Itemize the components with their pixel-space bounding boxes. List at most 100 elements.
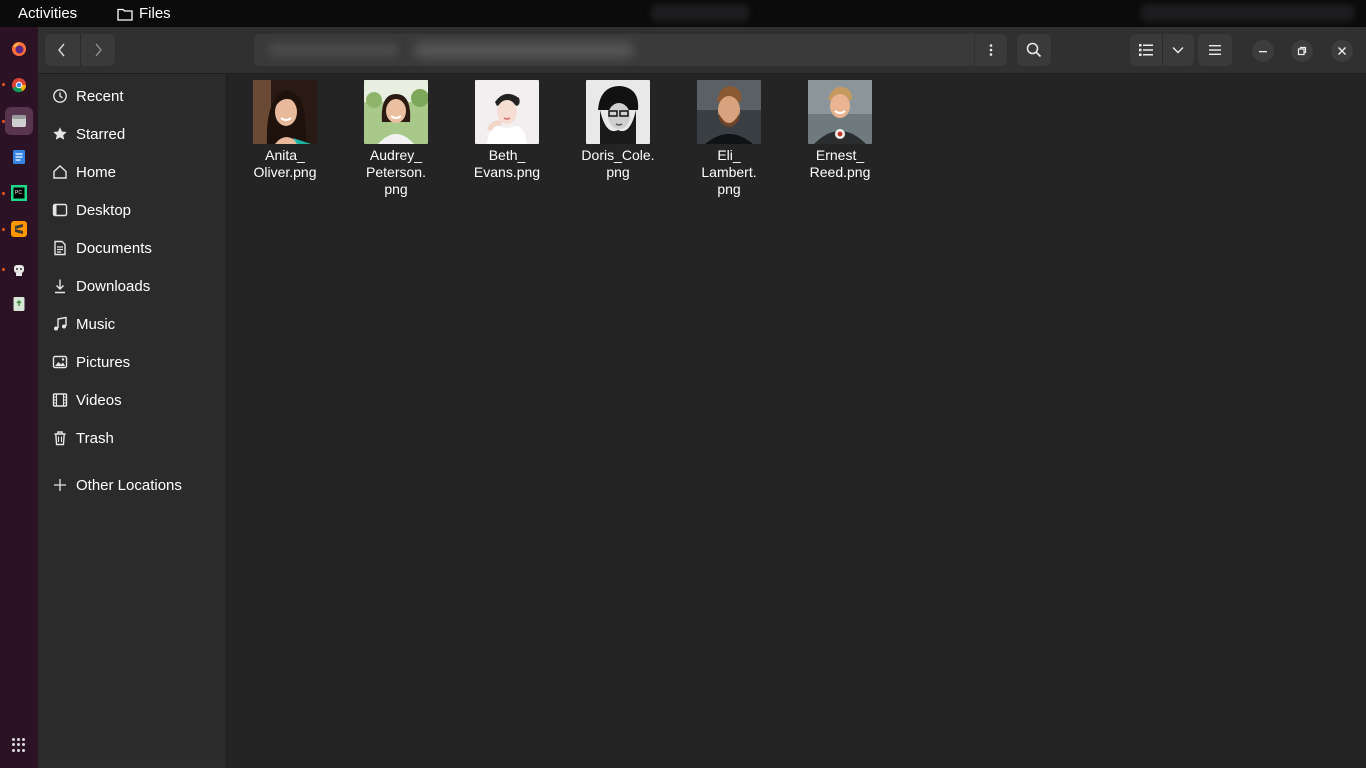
firefox-launcher[interactable]: [5, 35, 33, 63]
sidebar-item-label: Recent: [76, 88, 124, 105]
recycle-bin-icon: [13, 297, 25, 311]
files-launcher[interactable]: [5, 107, 33, 135]
forward-button[interactable]: [79, 34, 116, 66]
show-apps-icon[interactable]: [12, 738, 26, 752]
folder-icon: [117, 8, 133, 21]
chrome-icon: [12, 78, 27, 93]
text-editor-launcher[interactable]: [5, 143, 33, 171]
star-icon: [52, 126, 68, 142]
chevron-right-icon: [95, 43, 102, 57]
image-thumbnail: [364, 80, 428, 144]
file-item[interactable]: Doris_Cole. png: [569, 80, 667, 181]
sidebar-item-music[interactable]: Music: [38, 307, 226, 341]
text-editor-icon: [13, 150, 25, 164]
sidebar-item-label: Trash: [76, 430, 114, 447]
files-window: Recent Starred Home Desktop Documents Do…: [38, 27, 1366, 768]
firefox-icon: [12, 42, 26, 56]
download-icon: [52, 278, 68, 294]
file-item[interactable]: Audrey_ Peterson. png: [347, 80, 445, 198]
list-view-icon: [1138, 44, 1153, 56]
system-tray-blurred[interactable]: [1140, 4, 1355, 22]
file-view[interactable]: Anita_ Oliver.png Audrey_ Peterson. png …: [227, 74, 1366, 768]
file-name: Ernest_ Reed.png: [809, 147, 871, 180]
image-thumbnail: [586, 80, 650, 144]
video-icon: [52, 392, 68, 408]
document-icon: [52, 240, 68, 256]
activities-button[interactable]: Activities: [18, 5, 77, 22]
music-icon: [52, 316, 68, 332]
maximize-button[interactable]: [1291, 40, 1313, 62]
header-bar: [38, 27, 1366, 74]
file-name: Audrey_ Peterson. png: [366, 147, 426, 197]
file-name: Anita_ Oliver.png: [253, 147, 317, 180]
picture-icon: [52, 354, 68, 370]
chevron-left-icon: [58, 43, 65, 57]
sidebar-item-label: Desktop: [76, 202, 132, 219]
list-view-button[interactable]: [1130, 34, 1162, 66]
sidebar-item-label: Videos: [76, 392, 122, 409]
file-item[interactable]: Ernest_ Reed.png: [791, 80, 889, 181]
search-button[interactable]: [1017, 34, 1051, 66]
minimize-icon: [1259, 51, 1267, 53]
sidebar-item-starred[interactable]: Starred: [38, 117, 226, 151]
pycharm-launcher[interactable]: PC: [5, 179, 33, 207]
sublime-text-launcher[interactable]: [5, 215, 33, 243]
file-item[interactable]: Eli_ Lambert. png: [680, 80, 778, 198]
sidebar-item-label: Downloads: [76, 278, 151, 295]
sidebar-item-downloads[interactable]: Downloads: [38, 269, 226, 303]
close-button[interactable]: [1331, 40, 1353, 62]
sidebar-item-desktop[interactable]: Desktop: [38, 193, 226, 227]
sidebar-item-recent[interactable]: Recent: [38, 79, 226, 113]
file-name: Eli_ Lambert. png: [701, 147, 757, 197]
sidebar-item-pictures[interactable]: Pictures: [38, 345, 226, 379]
robot-icon: [14, 265, 24, 276]
sublime-text-icon: [11, 221, 27, 237]
app-menu[interactable]: Files: [117, 5, 171, 22]
main-menu-button[interactable]: [1198, 34, 1232, 66]
desktop-icon: [52, 202, 68, 218]
sidebar-item-documents[interactable]: Documents: [38, 231, 226, 265]
navigation-buttons: [45, 34, 115, 66]
image-thumbnail: [475, 80, 539, 144]
app-launcher[interactable]: [5, 255, 33, 283]
sidebar-item-home[interactable]: Home: [38, 155, 226, 189]
clock-blurred[interactable]: [650, 4, 750, 22]
file-manager-icon: [12, 115, 26, 127]
path-menu-button[interactable]: [975, 34, 1007, 66]
pycharm-icon: PC: [11, 185, 27, 201]
trash-launcher[interactable]: [5, 290, 33, 318]
sidebar-item-label: Pictures: [76, 354, 131, 371]
sidebar-item-label: Documents: [76, 240, 152, 257]
sidebar-item-trash[interactable]: Trash: [38, 421, 226, 455]
image-thumbnail: [697, 80, 761, 144]
dock: PC: [0, 27, 38, 768]
view-options-button[interactable]: [1161, 34, 1195, 66]
sidebar-item-label: Other Locations: [76, 477, 182, 494]
minimize-button[interactable]: [1252, 40, 1274, 62]
path-bar[interactable]: [254, 34, 974, 66]
file-name: Doris_Cole. png: [581, 147, 655, 180]
chevron-down-icon: [1172, 47, 1184, 54]
image-thumbnail: [808, 80, 872, 144]
top-panel: Activities Files: [0, 0, 1366, 27]
sidebar-item-label: Home: [76, 164, 117, 181]
view-toggle-group: [1130, 34, 1194, 66]
clock-icon: [52, 88, 68, 104]
vertical-dots-icon: [989, 44, 993, 56]
file-item[interactable]: Beth_ Evans.png: [458, 80, 556, 181]
search-icon: [1026, 42, 1042, 58]
sidebar-item-videos[interactable]: Videos: [38, 383, 226, 417]
sidebar-item-label: Starred: [76, 126, 126, 143]
image-thumbnail: [253, 80, 317, 144]
hamburger-menu-icon: [1209, 45, 1221, 55]
close-icon: [1338, 47, 1346, 55]
home-icon: [52, 164, 68, 180]
file-item[interactable]: Anita_ Oliver.png: [236, 80, 334, 181]
back-button[interactable]: [45, 34, 80, 66]
sidebar-item-other-locations[interactable]: Other Locations: [38, 468, 226, 502]
places-sidebar: Recent Starred Home Desktop Documents Do…: [38, 74, 227, 768]
svg-text:PC: PC: [15, 190, 22, 196]
restore-icon: [1297, 46, 1307, 56]
chrome-launcher[interactable]: [5, 71, 33, 99]
trash-icon: [52, 430, 68, 446]
